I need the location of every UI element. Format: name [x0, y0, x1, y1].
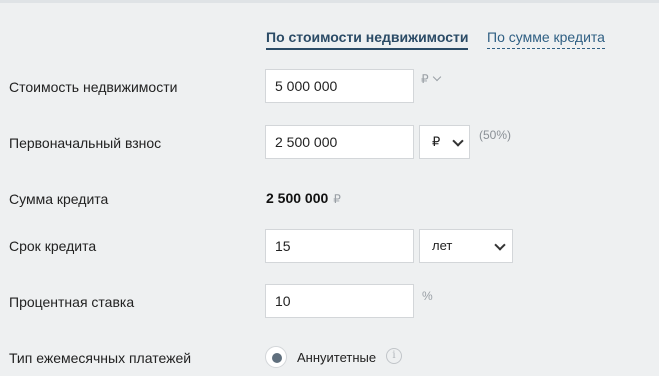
chevron-down-icon	[494, 239, 506, 251]
radio-selected-dot	[272, 353, 282, 363]
loan-sum-currency: ₽	[333, 192, 341, 206]
rate-percent-sign: %	[422, 289, 433, 303]
down-payment-label: Первоначальный взнос	[9, 135, 162, 151]
tab-by-property-cost[interactable]: По стоимости недвижимости	[266, 28, 469, 50]
down-payment-input[interactable]	[265, 125, 414, 159]
down-payment-unit-value: ₽	[432, 134, 441, 149]
chevron-down-icon	[432, 72, 441, 82]
term-unit-select[interactable]: лет	[419, 229, 513, 263]
info-icon[interactable]: i	[386, 348, 402, 364]
loan-sum-value: 2 500 000 ₽	[266, 190, 341, 206]
currency-dropdown[interactable]: ₽	[421, 72, 441, 86]
term-label: Срок кредита	[9, 238, 97, 254]
annuity-radio-label[interactable]: Аннуитетные	[297, 350, 376, 365]
currency-symbol: ₽	[421, 72, 429, 86]
rate-label: Процентная ставка	[9, 294, 135, 310]
property-cost-input[interactable]	[265, 69, 414, 103]
down-payment-unit-select[interactable]: ₽	[419, 125, 470, 159]
loan-sum-label: Сумма кредита	[9, 191, 109, 207]
annuity-radio[interactable]	[265, 346, 287, 368]
top-divider	[0, 0, 659, 3]
chevron-down-icon	[452, 135, 464, 147]
property-cost-label: Стоимость недвижимости	[9, 79, 178, 95]
term-unit-value: лет	[432, 238, 453, 253]
rate-input[interactable]	[265, 284, 414, 318]
payment-type-label: Тип ежемесячных платежей	[9, 350, 192, 366]
loan-sum-amount: 2 500 000	[266, 190, 329, 206]
down-payment-percent: (50%)	[479, 128, 512, 142]
term-input[interactable]	[265, 229, 414, 263]
tab-by-loan-amount[interactable]: По сумме кредита	[487, 28, 605, 49]
